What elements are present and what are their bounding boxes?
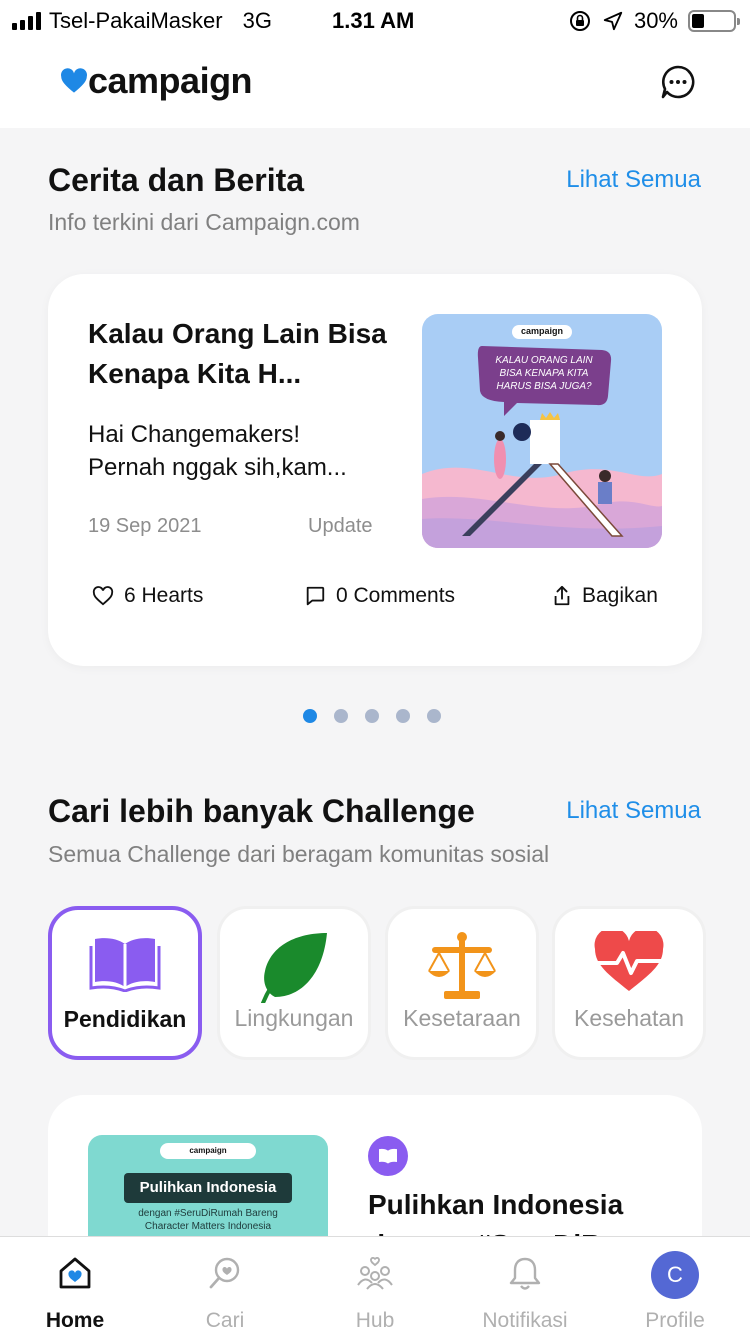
challenges-section-subtitle: Semua Challenge dari beragam komunitas s… (48, 841, 550, 867)
stories-section-subtitle: Info terkini dari Campaign.com (48, 209, 360, 235)
category-lingkungan[interactable]: Lingkungan (217, 906, 371, 1060)
chat-button[interactable] (660, 64, 696, 100)
bell-icon (509, 1257, 541, 1290)
hearts-button[interactable]: 6 Hearts (92, 584, 203, 608)
carrier-name: Tsel-PakaiMasker (49, 8, 223, 33)
tab-label: Hub (355, 1309, 395, 1332)
tab-cari[interactable]: Cari (150, 1237, 300, 1334)
book-icon (379, 1148, 397, 1164)
scale-icon (428, 932, 496, 999)
bottom-tab-bar: Home Cari Hub Notifikasi C Profile (0, 1236, 750, 1334)
stories-see-all-link[interactable]: Lihat Semua (566, 166, 701, 194)
story-card[interactable]: Kalau Orang Lain Bisa Kenapa Kita H... H… (48, 274, 702, 666)
pagination-dot[interactable] (334, 709, 348, 723)
people-icon (357, 1257, 393, 1290)
tab-label: Home (45, 1309, 105, 1332)
pagination-dot[interactable] (427, 709, 441, 723)
app-logo[interactable]: campaign (60, 60, 253, 102)
battery-percent: 30% (633, 8, 678, 33)
story-image-bubble-text: KALAU ORANG LAIN BISA KENAPA KITA HARUS … (495, 355, 593, 392)
search-icon (209, 1257, 240, 1289)
story-thumbnail[interactable]: campaign KALAU ORANG LAIN BISA KENAPA KI… (422, 314, 662, 548)
logo-text: campaign (88, 60, 253, 101)
story-tag: Update (308, 515, 373, 537)
home-icon (59, 1257, 91, 1289)
comment-icon (306, 586, 325, 606)
category-label: Kesehatan (574, 1005, 684, 1031)
story-illustration (422, 314, 662, 548)
tab-label: Notifikasi (482, 1309, 568, 1332)
chat-bubble-icon (661, 65, 695, 99)
comments-button[interactable]: 0 Comments (304, 584, 455, 608)
signal-icon (12, 12, 41, 30)
category-label: Lingkungan (234, 1005, 354, 1031)
share-button[interactable]: Bagikan (552, 584, 658, 608)
category-kesehatan[interactable]: Kesehatan (552, 906, 706, 1060)
story-date: 19 Sep 2021 (88, 515, 202, 537)
tab-notifikasi[interactable]: Notifikasi (450, 1237, 600, 1334)
story-image-brand: campaign (520, 326, 563, 336)
story-excerpt: Hai Changemakers! Pernah nggak sih,kam..… (88, 421, 347, 481)
book-icon (89, 938, 161, 992)
category-label: Kesetaraan (403, 1005, 521, 1031)
story-title: Kalau Orang Lain Bisa Kenapa Kita H... (88, 318, 387, 389)
tab-profile[interactable]: C Profile (600, 1237, 750, 1334)
challenge-image-subtitle: dengan #SeruDiRumah Bareng Character Mat… (138, 1208, 278, 1232)
avatar: C (651, 1251, 699, 1299)
share-icon (554, 585, 570, 606)
carousel-pagination (303, 709, 441, 723)
category-label: Pendidikan (63, 1006, 187, 1032)
rotation-lock-icon (569, 11, 590, 31)
tab-label: Cari (205, 1309, 245, 1332)
pagination-dot[interactable] (303, 709, 317, 723)
stories-section-title: Cerita dan Berita (48, 162, 305, 198)
location-arrow-icon (603, 11, 623, 31)
category-pendidikan[interactable]: Pendidikan (48, 906, 202, 1060)
clock: 1.31 AM (332, 8, 415, 33)
challenge-image-title: Pulihkan Indonesia (124, 1173, 292, 1203)
pagination-dot[interactable] (396, 709, 410, 723)
comments-count: 0 Comments (336, 584, 456, 607)
app-header: campaign (0, 40, 750, 128)
challenge-image-brand-pill: campaign (160, 1143, 256, 1159)
category-kesetaraan[interactable]: Kesetaraan (385, 906, 539, 1060)
heart-logo-icon (61, 68, 87, 93)
tab-hub[interactable]: Hub (300, 1237, 450, 1334)
hearts-count: 6 Hearts (124, 584, 204, 607)
challenges-section-title: Cari lebih banyak Challenge (48, 793, 475, 829)
heart-outline-icon (92, 586, 114, 606)
share-label: Bagikan (582, 584, 658, 607)
status-bar: Tsel-PakaiMasker 3G 1.31 AM 30% (0, 0, 750, 40)
challenges-see-all-link[interactable]: Lihat Semua (566, 797, 701, 825)
tab-label: Profile (645, 1309, 705, 1332)
network-type: 3G (242, 8, 272, 33)
leaf-icon (261, 933, 327, 1003)
heart-pulse-icon (594, 931, 664, 991)
tab-home[interactable]: Home (0, 1237, 150, 1334)
battery-icon (688, 10, 740, 32)
pagination-dot[interactable] (365, 709, 379, 723)
challenge-category-badge (368, 1136, 408, 1176)
